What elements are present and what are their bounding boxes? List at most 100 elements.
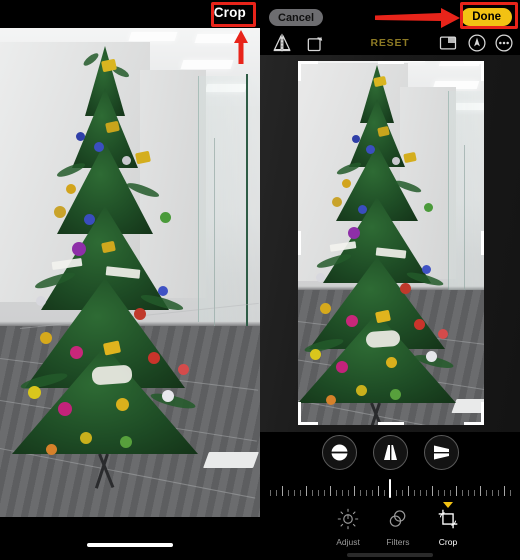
ornament: [326, 395, 336, 405]
ornament: [414, 319, 425, 330]
ornament-ribbon: [91, 364, 133, 386]
horizontal-perspective-button[interactable]: [424, 435, 459, 470]
christmas-tree-photo: [0, 28, 260, 517]
ornament: [160, 212, 171, 223]
office-room-background: [0, 28, 260, 517]
editor-tab-bar: Adjust Filters Crop: [260, 502, 520, 560]
ornament: [356, 385, 367, 396]
ornament: [320, 303, 331, 314]
rotate-icon[interactable]: [305, 33, 325, 53]
tree-frond: [335, 160, 363, 177]
tree-frond: [81, 51, 101, 68]
ornament: [70, 346, 83, 359]
ornament: [80, 432, 92, 444]
ornament: [336, 361, 348, 373]
ornament: [76, 132, 85, 141]
ornament: [390, 389, 401, 400]
ornament: [358, 205, 367, 214]
crop-handle-top-left[interactable]: [298, 61, 301, 81]
ornament: [36, 296, 46, 306]
editor-tool-row: RESET: [260, 30, 520, 55]
crop-handle-left-center[interactable]: [298, 231, 301, 255]
glass-partition: [198, 76, 260, 322]
straighten-button[interactable]: [322, 435, 357, 470]
editor-top-bar: Cancel Done RESET: [260, 0, 520, 55]
glass-edge: [246, 74, 248, 332]
ornament: [46, 444, 57, 455]
ornament: [116, 398, 129, 411]
ornament: [178, 364, 189, 375]
ornament: [158, 286, 168, 296]
ornament: [134, 308, 146, 320]
straighten-slider[interactable]: [260, 478, 520, 500]
arrow-up-red-icon: [234, 30, 248, 64]
right-panel-photo-editor: Cancel Done RESET Adjust Filters Crop: [260, 0, 520, 560]
ornament: [40, 332, 52, 344]
ornament: [424, 203, 433, 212]
crop-handle-bottom-right[interactable]: [464, 422, 484, 425]
ornament: [352, 135, 360, 143]
vertical-perspective-button[interactable]: [373, 435, 408, 470]
ornament-bow: [373, 75, 387, 88]
more-options-icon[interactable]: [494, 33, 514, 53]
tab-crop[interactable]: Crop: [420, 502, 476, 547]
ornament: [366, 145, 375, 154]
markup-icon[interactable]: [467, 33, 487, 53]
ornament: [438, 329, 448, 339]
crop-handle-top-right[interactable]: [481, 61, 484, 81]
ornament: [72, 242, 86, 256]
ornament: [120, 436, 132, 448]
cancel-button[interactable]: Cancel: [269, 9, 324, 26]
tab-adjust-label: Adjust: [336, 537, 360, 547]
christmas-tree: [10, 46, 200, 489]
crop-frame[interactable]: [298, 61, 484, 425]
left-home-area: [0, 517, 260, 560]
crop-handle-top-left[interactable]: [298, 61, 318, 64]
tab-filters-label: Filters: [386, 537, 410, 547]
crop-canvas[interactable]: [260, 55, 520, 432]
perspective-button-row: [260, 432, 520, 474]
ornament: [66, 184, 76, 194]
crop-handle-right-center[interactable]: [481, 231, 484, 255]
ornament: [332, 197, 342, 207]
partition-base: [203, 452, 259, 468]
christmas-tree-photo-cropped: [298, 61, 484, 425]
home-indicator[interactable]: [347, 553, 433, 557]
home-indicator[interactable]: [87, 543, 173, 547]
ornament: [422, 265, 431, 274]
flip-horizontal-icon[interactable]: [272, 33, 292, 53]
crop-handle-bottom-left[interactable]: [298, 422, 318, 425]
ornament: [316, 273, 325, 282]
tab-crop-label: Crop: [438, 537, 458, 547]
ornament: [400, 283, 411, 294]
christmas-tree: [298, 65, 458, 425]
ornament-bow: [403, 151, 417, 164]
straighten-icon: [329, 444, 350, 461]
ornament: [386, 357, 397, 368]
ornament: [426, 351, 437, 362]
photo-canvas-left: [0, 28, 260, 517]
ornament: [28, 386, 41, 399]
ornament: [310, 349, 321, 360]
ornament: [122, 156, 131, 165]
crop-handle-bottom-center[interactable]: [378, 422, 404, 425]
brightness-icon: [337, 508, 359, 530]
tree-frond: [55, 160, 87, 180]
tab-filters[interactable]: Filters: [370, 508, 426, 547]
reset-label[interactable]: RESET: [370, 37, 409, 49]
ornament-bow: [135, 150, 151, 165]
ornament: [94, 142, 104, 152]
left-panel-photo-viewer: Crop: [0, 0, 260, 560]
ornament: [58, 402, 72, 416]
aspect-ratio-icon[interactable]: [438, 33, 458, 53]
crop-handle-top-center[interactable]: [378, 61, 404, 64]
ornament: [342, 179, 351, 188]
arrow-right-red-icon: [375, 8, 460, 28]
slider-knob[interactable]: [389, 479, 391, 498]
ornament: [54, 206, 66, 218]
ornament-ribbon: [365, 329, 401, 349]
selected-tab-indicator: [443, 502, 453, 508]
office-room-background: [298, 61, 484, 425]
crop-button-highlight: [211, 2, 256, 27]
tab-adjust[interactable]: Adjust: [320, 508, 376, 547]
